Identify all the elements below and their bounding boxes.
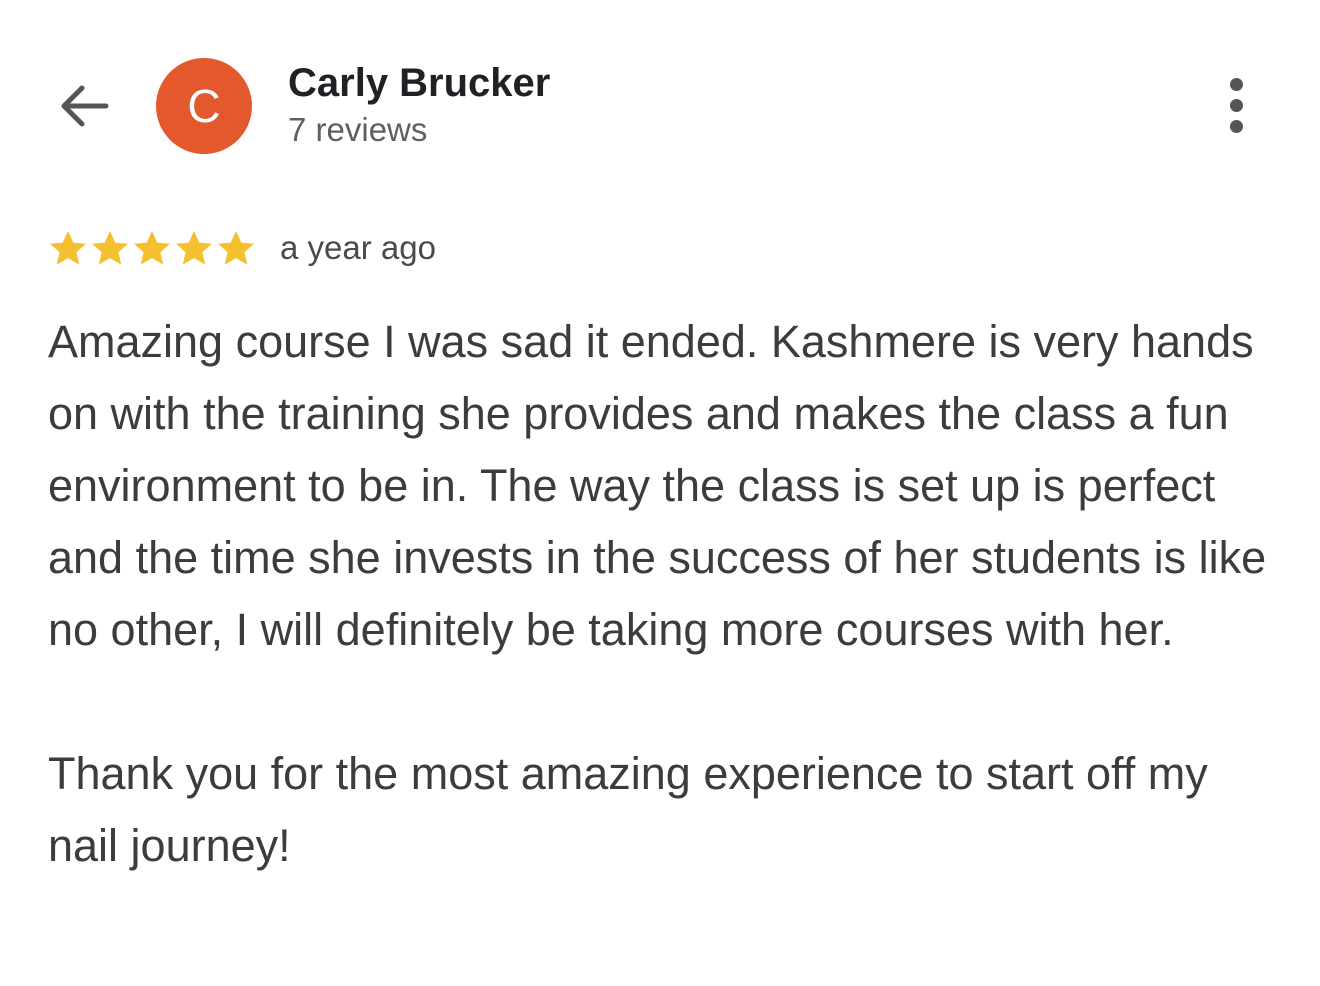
reviewer-header: C Carly Brucker 7 reviews bbox=[0, 0, 1320, 200]
star-icon bbox=[216, 229, 256, 267]
review-body: Amazing course I was sad it ended. Kashm… bbox=[48, 306, 1288, 882]
review-time: a year ago bbox=[280, 229, 436, 266]
star-rating bbox=[48, 229, 256, 267]
more-options-button[interactable] bbox=[1206, 70, 1266, 140]
more-vertical-icon bbox=[1229, 77, 1243, 91]
more-vertical-icon-dot bbox=[1229, 98, 1243, 112]
review-paragraph: Amazing course I was sad it ended. Kashm… bbox=[48, 316, 1267, 655]
back-button[interactable] bbox=[50, 76, 116, 136]
star-icon bbox=[132, 229, 172, 267]
more-vertical-icon-dot bbox=[1229, 119, 1243, 133]
arrow-left-icon bbox=[61, 85, 109, 127]
review-count: 7 reviews bbox=[288, 111, 428, 148]
star-icon bbox=[48, 229, 88, 267]
star-icon bbox=[174, 229, 214, 267]
reviewer-name[interactable]: Carly Brucker bbox=[288, 58, 550, 108]
star-icon bbox=[90, 229, 130, 267]
avatar[interactable]: C bbox=[156, 58, 252, 154]
rating-row: a year ago bbox=[48, 222, 436, 274]
avatar-letter: C bbox=[187, 80, 221, 132]
review-paragraph: Thank you for the most amazing experienc… bbox=[48, 748, 1208, 871]
